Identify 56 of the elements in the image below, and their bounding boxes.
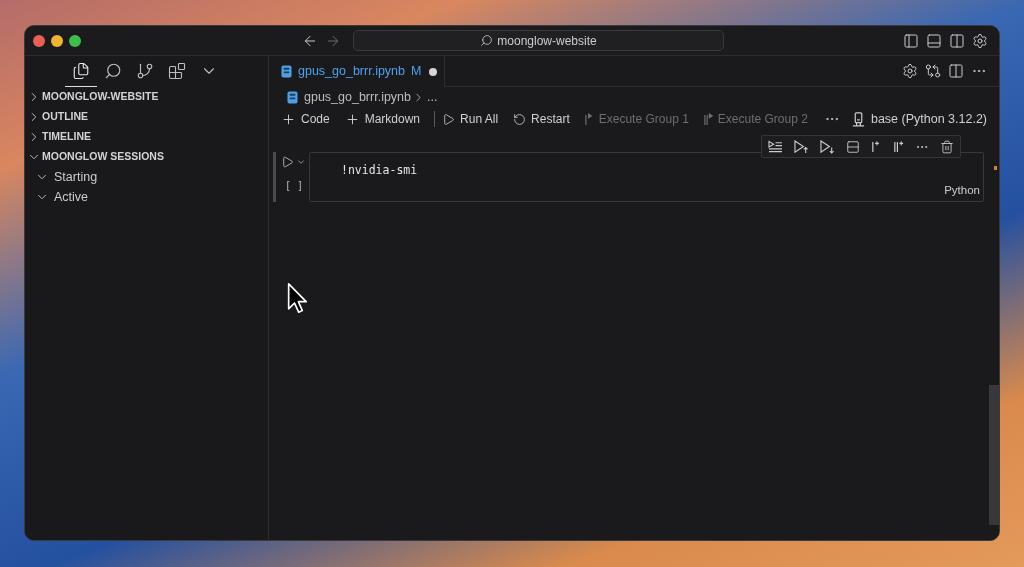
toolbar-button[interactable]: Markdown [341,110,424,128]
branch-icon [136,62,154,80]
delete-cell-icon[interactable] [940,139,954,154]
split-editor-icon[interactable] [948,63,964,79]
cell-language[interactable]: Python [944,181,980,199]
notebook-file-icon [287,91,298,104]
search-icon [480,34,494,47]
breadcrumb-item[interactable]: gpus_go_brrr.ipynb [304,88,412,107]
toggle-panel-icon[interactable] [926,32,942,49]
code-cell-editor[interactable]: !nvidia-smi Python [309,152,984,202]
restart-icon [513,112,527,126]
play-icon [442,112,456,126]
plus-icon [344,111,360,127]
run-above-icon[interactable] [794,139,809,154]
toggle-secondary-sidebar-icon[interactable] [949,32,965,49]
add-code-cell-icon[interactable] [871,140,882,153]
section-header[interactable]: MOONGLOW-WEBSITE [25,87,268,107]
run-cell-icon[interactable] [281,155,294,169]
chevron-down-icon[interactable] [296,157,306,167]
tree-item[interactable]: Active [25,187,268,207]
mouse-pointer-icon [287,282,307,314]
toolbar-button[interactable]: Code [278,110,333,128]
settings-icon[interactable] [972,32,988,49]
git-status-label: M [411,63,422,81]
settings-icon[interactable] [902,63,918,79]
run-below-icon[interactable] [820,139,835,154]
section-header[interactable]: OUTLINE [25,107,268,127]
execute-group-icon [584,112,594,126]
server-icon [851,111,865,127]
files-icon [72,62,90,80]
breadcrumb-item[interactable]: ... [427,88,438,107]
code-line: !nvidia-smi [341,162,418,179]
run-by-line-icon[interactable] [768,140,783,153]
ruler-marker-icon [994,166,997,170]
section-header[interactable]: TIMELINE [25,127,268,147]
search-icon [104,62,122,80]
zoom-window-button[interactable] [69,34,81,47]
plus-icon [281,111,296,127]
editor-tab[interactable]: gpus_go_brrr.ipynb M [269,56,445,87]
kernel-picker[interactable]: base (Python 3.12.2) [851,109,987,129]
blocks-icon [168,62,186,80]
tree-item[interactable]: Starting [25,167,268,187]
scrollbar-thumb[interactable] [989,385,999,525]
execution-count: [ ] [285,179,305,193]
split-cell-icon[interactable] [846,139,860,154]
add-markdown-cell-icon[interactable] [893,140,904,153]
minimize-window-button[interactable] [51,34,63,47]
execute-group-icon [703,112,713,126]
command-center-search[interactable]: moonglow-website [353,30,724,51]
close-window-button[interactable] [33,34,45,47]
toggle-sidebar-icon[interactable] [903,32,919,49]
toolbar-button[interactable]: Restart [510,110,573,128]
notebook-file-icon [281,65,292,78]
toolbar-button[interactable]: Run All [439,110,502,128]
section-header[interactable]: MOONGLOW SESSIONS [25,147,268,167]
compare-arrows-icon[interactable] [925,63,941,79]
